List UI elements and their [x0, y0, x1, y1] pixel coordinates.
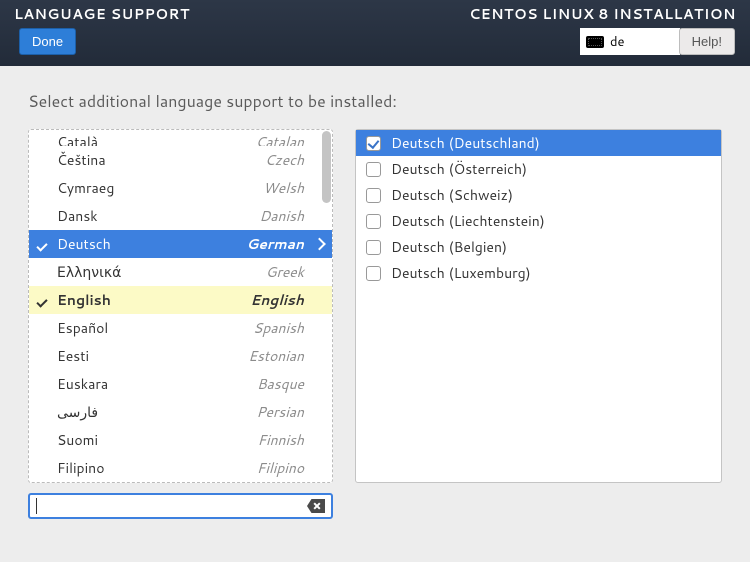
language-native-label: Español [51, 318, 253, 338]
clear-icon[interactable] [307, 499, 325, 513]
scrollbar-thumb[interactable] [322, 131, 331, 203]
done-button[interactable]: Done [19, 28, 76, 55]
language-native-label: Filipino [51, 458, 257, 478]
language-row[interactable]: EuskaraBasque [29, 370, 332, 398]
language-english-label: Greek [266, 262, 322, 282]
check-icon [37, 234, 51, 254]
language-native-label: Suomi [51, 430, 257, 450]
locale-checkbox[interactable] [366, 266, 381, 281]
language-english-label: Spanish [253, 318, 322, 338]
language-english-label: Estonian [248, 346, 322, 366]
instruction-text: Select additional language support to be… [28, 90, 722, 113]
page-title: LANGUAGE SUPPORT [14, 4, 190, 24]
help-button[interactable]: Help! [679, 28, 735, 55]
language-native-label: Čeština [51, 150, 265, 170]
language-row[interactable]: EestiEstonian [29, 342, 332, 370]
locale-row[interactable]: Deutsch (Liechtenstein) [356, 208, 721, 234]
language-row[interactable]: EspañolSpanish [29, 314, 332, 342]
language-native-label: English [51, 290, 250, 310]
keyboard-layout-label: de [610, 33, 625, 51]
locale-row[interactable]: Deutsch (Luxemburg) [356, 260, 721, 286]
locale-label: Deutsch (Schweiz) [391, 185, 513, 205]
language-row[interactable]: SuomiFinnish [29, 426, 332, 454]
top-bar: LANGUAGE SUPPORT CENTOS LINUX 8 INSTALLA… [0, 0, 750, 66]
locale-checkbox[interactable] [366, 214, 381, 229]
language-row[interactable]: EnglishEnglish [29, 286, 332, 314]
text-cursor [36, 498, 37, 514]
language-row[interactable]: FilipinoFilipino [29, 454, 332, 482]
locale-checkbox[interactable] [366, 136, 381, 151]
language-row[interactable]: DeutschGerman [29, 230, 332, 258]
language-english-label: Persian [256, 402, 322, 422]
filter-field-wrap[interactable] [28, 493, 333, 519]
language-english-label: Welsh [263, 178, 322, 198]
language-english-label: German [246, 234, 322, 254]
keyboard-icon [586, 36, 604, 48]
locale-label: Deutsch (Belgien) [391, 237, 507, 257]
language-english-label: Filipino [257, 458, 322, 478]
language-native-label: فارسی [51, 402, 256, 422]
language-row[interactable]: CatalàCatalan [29, 130, 332, 146]
check-icon [37, 290, 51, 310]
left-column: CatalàCatalanČeštinaCzechCymraegWelshDan… [28, 129, 333, 519]
locale-row[interactable]: Deutsch (Schweiz) [356, 182, 721, 208]
language-native-label: Eesti [51, 346, 248, 366]
locale-label: Deutsch (Luxemburg) [391, 263, 531, 283]
language-english-label: English [250, 290, 322, 310]
keyboard-indicator[interactable]: de [580, 28, 680, 55]
language-english-label: Danish [259, 206, 322, 226]
locale-row[interactable]: Deutsch (Österreich) [356, 156, 721, 182]
language-row[interactable]: CymraegWelsh [29, 174, 332, 202]
language-native-label: Deutsch [51, 234, 246, 254]
language-english-label: Czech [265, 150, 322, 170]
language-native-label: Cymraeg [51, 178, 263, 198]
filter-input[interactable] [39, 498, 307, 514]
language-english-label: Catalan [255, 132, 322, 146]
language-list[interactable]: CatalàCatalanČeštinaCzechCymraegWelshDan… [28, 129, 333, 483]
language-english-label: Basque [257, 374, 322, 394]
language-native-label: Dansk [51, 206, 259, 226]
locale-row[interactable]: Deutsch (Deutschland) [356, 130, 721, 156]
locale-label: Deutsch (Liechtenstein) [391, 211, 545, 231]
content-area: Select additional language support to be… [0, 66, 750, 519]
locale-checkbox[interactable] [366, 188, 381, 203]
locale-label: Deutsch (Deutschland) [391, 133, 540, 153]
locale-list[interactable]: Deutsch (Deutschland) Deutsch (Österreich… [355, 129, 722, 483]
locale-row[interactable]: Deutsch (Belgien) [356, 234, 721, 260]
language-native-label: Ελληνικά [51, 262, 266, 282]
installer-title: CENTOS LINUX 8 INSTALLATION [469, 4, 736, 24]
locale-checkbox[interactable] [366, 240, 381, 255]
language-native-label: Euskara [51, 374, 257, 394]
panels: CatalàCatalanČeštinaCzechCymraegWelshDan… [28, 129, 722, 519]
language-english-label: Finnish [257, 430, 322, 450]
language-native-label: Català [51, 132, 255, 146]
locale-checkbox[interactable] [366, 162, 381, 177]
language-row[interactable]: DanskDanish [29, 202, 332, 230]
locale-label: Deutsch (Österreich) [391, 159, 527, 179]
language-row[interactable]: فارسیPersian [29, 398, 332, 426]
language-row[interactable]: ΕλληνικάGreek [29, 258, 332, 286]
language-row[interactable]: ČeštinaCzech [29, 146, 332, 174]
